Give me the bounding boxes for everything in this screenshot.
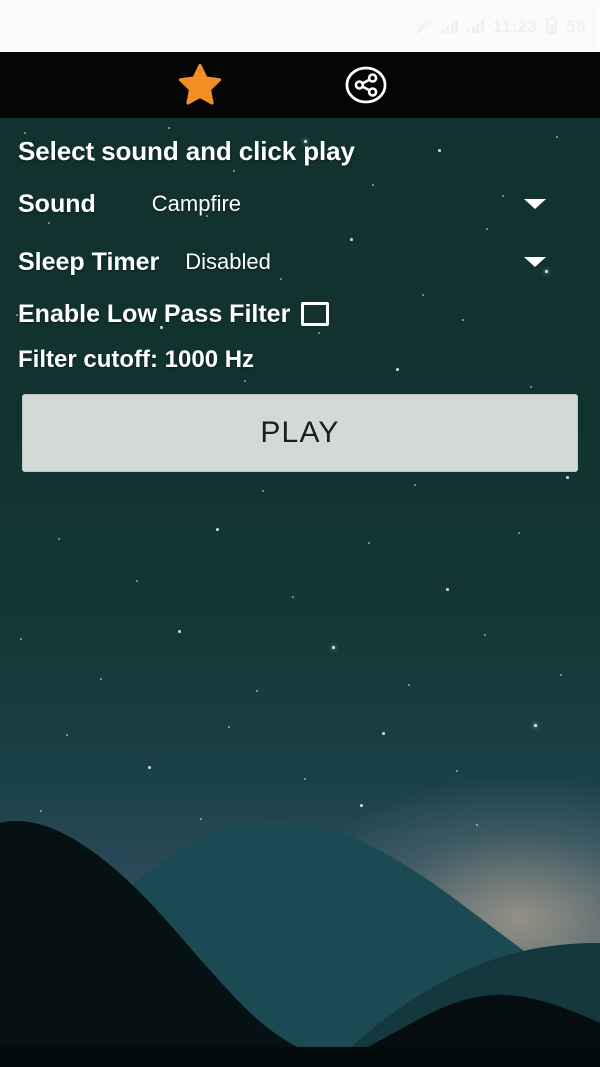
low-pass-filter-label: Enable Low Pass Filter xyxy=(18,299,291,328)
star-icon xyxy=(178,63,222,105)
status-bar-time: 11:23 xyxy=(493,18,538,35)
play-button[interactable]: PLAY xyxy=(22,394,578,472)
sound-value: Campfire xyxy=(151,191,242,216)
app-screen: 🎤 11:23 58 xyxy=(0,0,600,1067)
status-bar-items: 🎤 11:23 58 xyxy=(414,16,586,35)
sleep-timer-value: Disabled xyxy=(185,249,271,274)
microphone-icon: 🎤 xyxy=(414,19,433,34)
chevron-down-icon-sound[interactable] xyxy=(524,199,546,209)
sound-selector-row[interactable]: Sound Campfire xyxy=(18,182,582,226)
status-bar: 🎤 11:23 58 xyxy=(0,0,600,52)
settings-panel: Select sound and click play Sound Campfi… xyxy=(0,118,600,472)
signal-bars-icon-secondary xyxy=(467,19,484,33)
chevron-down-icon-sleep-timer[interactable] xyxy=(524,257,546,267)
low-pass-filter-checkbox[interactable] xyxy=(301,302,330,326)
mountain-ridges xyxy=(0,747,600,1067)
mountain-silhouette xyxy=(0,820,600,1067)
share-icon xyxy=(345,66,387,104)
sleep-timer-row[interactable]: Sleep Timer Disabled xyxy=(18,240,582,284)
page-title: Select sound and click play xyxy=(18,136,355,166)
battery-icon xyxy=(546,16,558,34)
favorite-button[interactable] xyxy=(150,52,250,118)
filter-cutoff-label: Filter cutoff: 1000 Hz xyxy=(18,346,255,373)
app-toolbar xyxy=(0,52,600,118)
sleep-timer-label: Sleep Timer xyxy=(18,247,160,276)
signal-bars-icon xyxy=(441,19,459,33)
share-button[interactable] xyxy=(318,52,414,118)
sound-label: Sound xyxy=(18,189,96,218)
status-bar-battery-level: 58 xyxy=(566,18,586,35)
low-pass-filter-row[interactable]: Enable Low Pass Filter xyxy=(18,292,582,336)
